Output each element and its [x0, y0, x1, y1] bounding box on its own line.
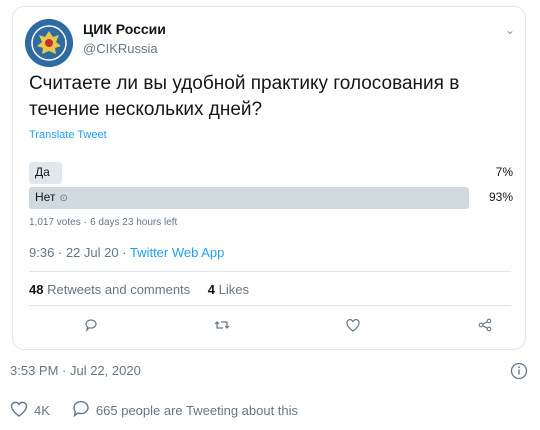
poll-option-label: Да — [35, 165, 50, 179]
tweet-actions — [29, 315, 511, 337]
engagement-bar: 4K 665 people are Tweeting about this — [10, 400, 298, 420]
poll-option-label: Нет — [35, 190, 56, 204]
tweet-timestamp: 9:36 · 22 Jul 20 · Twitter Web App — [29, 245, 224, 260]
tweeting-about[interactable]: 665 people are Tweeting about this — [96, 403, 298, 418]
divider — [29, 305, 511, 306]
likes-count[interactable]: 4K — [34, 403, 50, 418]
poll-option-net: Нет ⊙ 93% — [29, 187, 517, 209]
post-timestamp[interactable]: 3:53 PM · Jul 22, 2020 — [10, 363, 141, 378]
retweets-stat[interactable]: 48 Retweets and comments — [29, 282, 190, 297]
emblem-icon — [25, 19, 73, 67]
tweet-stats: 48 Retweets and comments 4 Likes — [29, 282, 263, 297]
share-icon[interactable] — [475, 315, 495, 335]
comment-icon[interactable] — [72, 400, 90, 420]
tweet-text: Считаете ли вы удобной практику голосова… — [29, 73, 460, 120]
divider — [29, 271, 511, 272]
translate-link[interactable]: Translate Tweet — [29, 129, 107, 141]
source-app-link[interactable]: Twitter Web App — [130, 245, 224, 260]
retweet-icon[interactable] — [212, 315, 232, 335]
likes-stat[interactable]: 4 Likes — [208, 282, 249, 297]
poll-meta: 1,017 votes · 6 days 23 hours left — [29, 217, 178, 228]
account-handle[interactable]: @CIKRussia — [83, 41, 158, 56]
poll-bar — [29, 187, 470, 209]
heart-icon[interactable] — [10, 401, 28, 420]
poll-time-left: 6 days 23 hours left — [90, 217, 178, 228]
avatar[interactable] — [25, 19, 73, 67]
like-icon[interactable] — [343, 315, 363, 335]
tweet-card[interactable]: ЦИК России @CIKRussia ⌄ Считаете ли вы у… — [12, 6, 526, 350]
reply-icon[interactable] — [81, 315, 101, 335]
poll-option-percent: 93% — [488, 190, 513, 204]
info-icon[interactable] — [510, 362, 528, 385]
check-circle-icon: ⊙ — [59, 193, 68, 204]
poll-option-percent: 7% — [495, 165, 513, 179]
chevron-down-icon[interactable]: ⌄ — [505, 23, 515, 37]
poll-votes: 1,017 votes — [29, 217, 81, 228]
account-name[interactable]: ЦИК России — [83, 21, 166, 37]
poll-option-da: Да 7% — [29, 162, 517, 184]
tweet-time[interactable]: 9:36 · 22 Jul 20 · — [29, 245, 127, 260]
